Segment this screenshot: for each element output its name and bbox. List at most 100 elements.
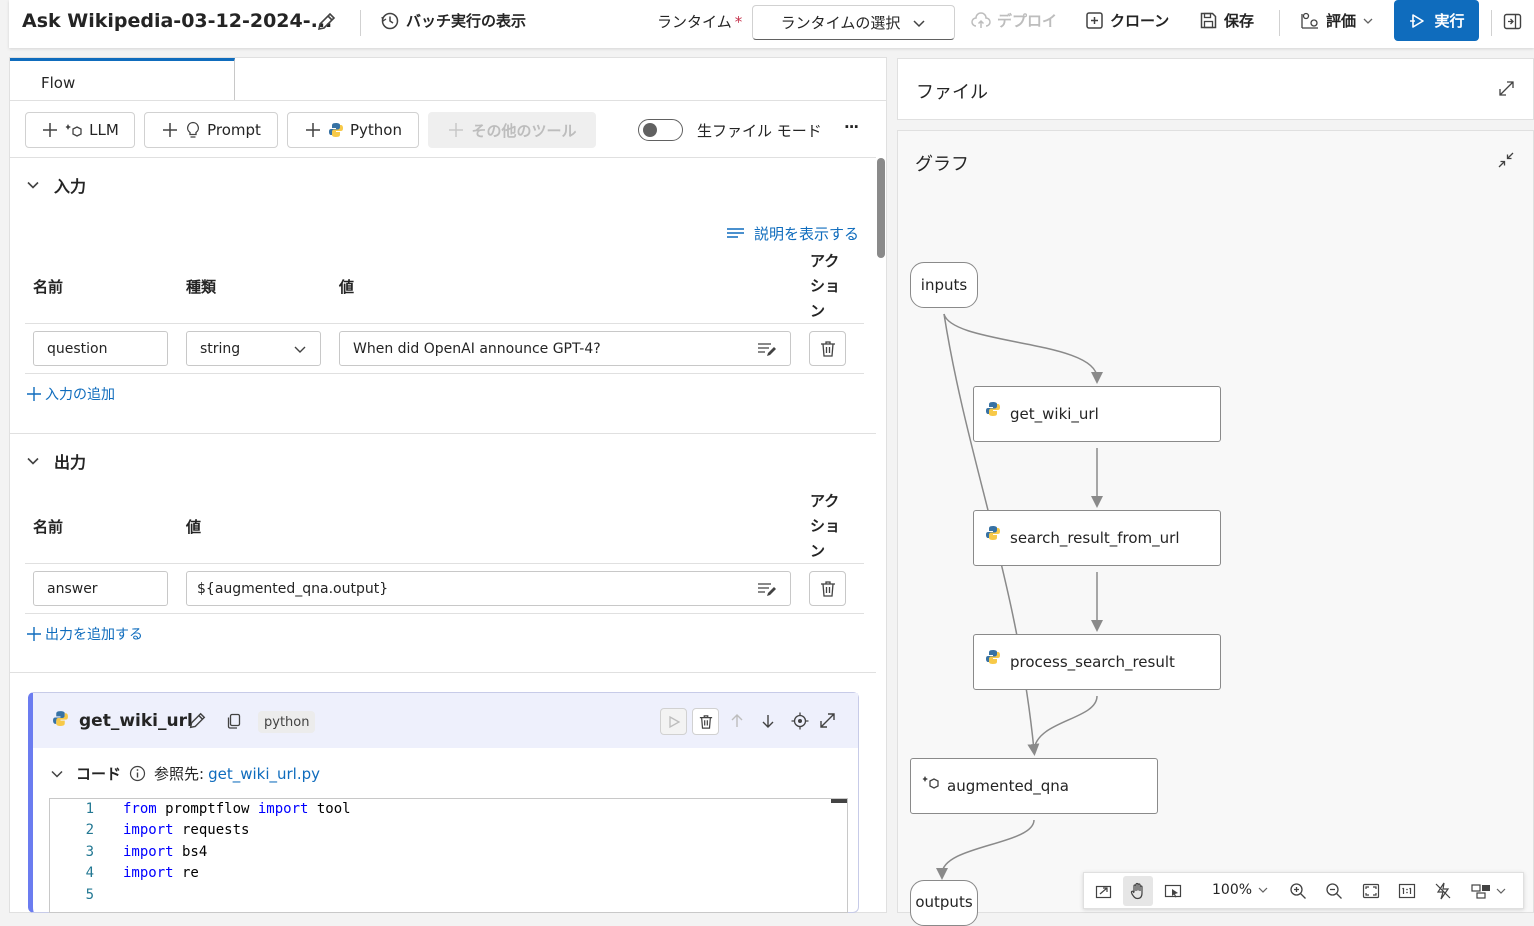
outputs-col-value: 値 xyxy=(186,518,202,536)
copy-icon[interactable] xyxy=(226,713,242,729)
edge-augmented-qna-outputs xyxy=(936,819,1035,880)
scrollbar-thumb[interactable] xyxy=(877,158,885,258)
python-icon xyxy=(328,122,344,138)
batch-run-view-button[interactable]: バッチ実行の表示 xyxy=(380,10,526,31)
chevron-down-icon xyxy=(26,178,40,192)
chevron-down-icon xyxy=(1257,884,1269,896)
add-python-label: Python xyxy=(350,121,402,139)
deploy-button[interactable]: デプロイ xyxy=(971,10,1057,31)
flash-toggle-button[interactable] xyxy=(1428,876,1458,906)
add-input-link[interactable]: 入力の追加 xyxy=(26,384,115,404)
edit-title-icon[interactable] xyxy=(315,11,337,33)
tab-flow[interactable]: Flow xyxy=(10,58,235,101)
line-number: 3 xyxy=(85,844,94,860)
play-icon xyxy=(667,715,681,729)
input-name-field[interactable]: question xyxy=(33,331,168,366)
raw-file-mode-toggle[interactable] xyxy=(638,119,683,141)
inputs-section-header[interactable]: 入力 xyxy=(26,173,86,197)
delete-output-button[interactable] xyxy=(809,571,846,606)
editor-scroll-marker xyxy=(831,799,847,803)
input-type-select[interactable]: string xyxy=(186,331,321,366)
zoom-out-button[interactable] xyxy=(1319,876,1349,906)
zoom-out-icon xyxy=(1325,882,1343,900)
more-options-icon[interactable]: ··· xyxy=(844,118,859,136)
expand-icon[interactable] xyxy=(1498,80,1515,97)
graph-node-process-search-result[interactable]: process_search_result xyxy=(973,634,1221,690)
required-marker: * xyxy=(734,13,743,31)
code-editor[interactable]: 1 from promptflow import tool 2 import r… xyxy=(49,798,848,913)
pan-mode-button[interactable] xyxy=(1123,876,1153,906)
runtime-select[interactable]: ランタイムの選択 xyxy=(752,5,955,40)
lightbulb-icon xyxy=(185,121,201,139)
line-number: 5 xyxy=(85,887,94,903)
fit-screen-icon xyxy=(1362,883,1380,899)
outputs-section-header[interactable]: 出力 xyxy=(26,449,86,473)
graph-node-label: get_wiki_url xyxy=(1010,405,1099,423)
graph-node-get-wiki-url[interactable]: get_wiki_url xyxy=(973,386,1221,442)
edit-node-name-icon[interactable] xyxy=(187,711,207,731)
divider xyxy=(10,157,876,158)
actual-size-button[interactable] xyxy=(1392,876,1422,906)
more-tools-label: その他のツール xyxy=(471,121,577,140)
graph-node-augmented-qna[interactable]: augmented_qna xyxy=(910,758,1158,814)
actual-size-icon xyxy=(1398,883,1416,899)
edit-text-icon[interactable] xyxy=(757,341,777,357)
tab-strip-border xyxy=(10,100,886,101)
run-button[interactable]: 実行 xyxy=(1394,0,1479,41)
text-lines-icon xyxy=(726,227,745,241)
delete-node-button[interactable] xyxy=(692,708,719,735)
expand-icon[interactable] xyxy=(819,712,836,729)
run-node-button[interactable] xyxy=(660,708,687,735)
minimap-button[interactable] xyxy=(1464,876,1514,906)
col-action-line: ン xyxy=(810,542,826,560)
add-prompt-button[interactable]: Prompt xyxy=(144,112,278,148)
trash-icon xyxy=(820,340,836,358)
cloud-upload-icon xyxy=(971,11,991,31)
input-value-text: When did OpenAI announce GPT-4? xyxy=(353,340,601,357)
clone-button[interactable]: クローン xyxy=(1085,10,1169,31)
save-icon xyxy=(1199,11,1218,30)
input-value-field[interactable]: When did OpenAI announce GPT-4? xyxy=(339,331,791,366)
delete-input-button[interactable] xyxy=(809,331,846,366)
edit-text-icon[interactable] xyxy=(757,581,777,597)
reference-file-link[interactable]: get_wiki_url.py xyxy=(208,765,320,783)
runtime-label: ランタイム * xyxy=(657,11,742,32)
line-number: 2 xyxy=(85,822,94,838)
add-output-link[interactable]: 出力を追加する xyxy=(26,624,143,644)
code-keyword: import xyxy=(123,844,174,860)
plus-icon xyxy=(161,121,179,139)
divider xyxy=(10,672,876,673)
output-value-field[interactable]: ${augmented_qna.output} xyxy=(186,571,791,606)
save-button[interactable]: 保存 xyxy=(1199,10,1254,31)
zoom-in-button[interactable] xyxy=(1283,876,1313,906)
python-icon xyxy=(52,710,69,727)
line-number: 4 xyxy=(85,865,94,881)
fit-to-screen-button[interactable] xyxy=(1356,876,1386,906)
add-llm-button[interactable]: LLM xyxy=(25,112,135,148)
raw-file-mode-label: 生ファイル モード xyxy=(697,122,822,140)
col-action-line: ショ xyxy=(810,277,841,295)
hand-icon xyxy=(1130,882,1147,900)
arrow-up-icon[interactable] xyxy=(729,713,745,729)
outputs-col-name: 名前 xyxy=(33,518,64,536)
locate-icon[interactable] xyxy=(791,712,809,730)
graph-node-search-result-from-url[interactable]: search_result_from_url xyxy=(973,510,1221,566)
output-name-field[interactable]: answer xyxy=(33,571,168,606)
zoom-select[interactable]: 100% xyxy=(1212,882,1269,898)
add-python-button[interactable]: Python xyxy=(287,112,419,148)
divider xyxy=(1491,10,1492,36)
outputs-title: 出力 xyxy=(54,453,87,472)
arrow-down-icon[interactable] xyxy=(760,713,776,729)
graph-node-outputs[interactable]: outputs xyxy=(910,880,978,926)
show-description-link[interactable]: 説明を表示する xyxy=(726,223,859,244)
inputs-title: 入力 xyxy=(54,177,87,196)
evaluate-button[interactable]: 評価 xyxy=(1300,10,1374,31)
more-tools-button[interactable]: その他のツール xyxy=(428,112,596,148)
graph-node-inputs[interactable]: inputs xyxy=(910,262,978,308)
code-section-header[interactable]: コード 参照先: get_wiki_url.py xyxy=(50,763,320,784)
collapse-panel-icon[interactable] xyxy=(1503,12,1522,31)
evaluate-icon xyxy=(1300,11,1320,31)
auto-layout-button[interactable] xyxy=(1088,876,1118,906)
select-mode-button[interactable] xyxy=(1158,876,1188,906)
plus-icon xyxy=(41,121,59,139)
